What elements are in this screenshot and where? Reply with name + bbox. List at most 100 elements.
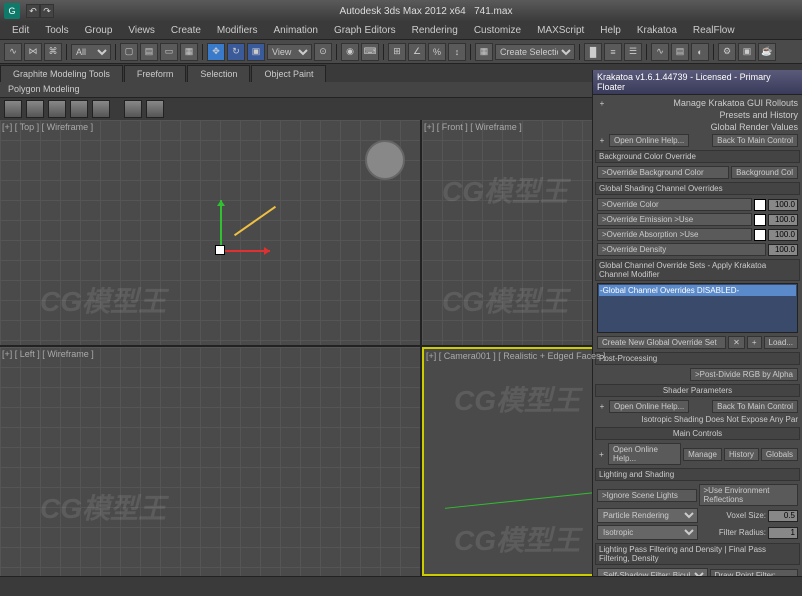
unlink-icon[interactable]: ⋈: [24, 43, 42, 61]
rect-region-icon[interactable]: ▭: [160, 43, 178, 61]
gizmo-y-axis[interactable]: [220, 200, 222, 250]
center-pivot-icon[interactable]: ⊙: [314, 43, 332, 61]
post-divide-button[interactable]: >Post-Divide RGB by Alpha: [690, 368, 798, 381]
vp-front-label[interactable]: [+] [ Front ] [ Wireframe ]: [424, 122, 522, 132]
override-density-value[interactable]: [768, 244, 798, 256]
menu-modifiers[interactable]: Modifiers: [209, 23, 266, 38]
gizmo-xy-plane[interactable]: [234, 206, 276, 236]
render-frame-icon[interactable]: ▣: [738, 43, 756, 61]
gizmo-origin[interactable]: [215, 245, 225, 255]
poly-icon-7[interactable]: [146, 100, 164, 118]
viewport-left[interactable]: [+] [ Left ] [ Wireframe ] CG模型王: [0, 347, 420, 576]
render-mode-select[interactable]: Particle Rendering: [597, 508, 698, 523]
select-icon[interactable]: ▢: [120, 43, 138, 61]
menu-group[interactable]: Group: [77, 23, 121, 38]
manage-rollouts-link[interactable]: Manage Krakatoa GUI Rollouts: [609, 98, 798, 108]
rotate-icon[interactable]: ↻: [227, 43, 245, 61]
named-selection-sets[interactable]: Create Selection S: [495, 44, 575, 60]
bind-icon[interactable]: ⌘: [44, 43, 62, 61]
override-absorption-button[interactable]: >Override Absorption >Use: [597, 228, 752, 241]
tab-freeform[interactable]: Freeform: [124, 65, 187, 82]
menu-views[interactable]: Views: [120, 23, 163, 38]
create-override-set-button[interactable]: Create New Global Override Set: [597, 336, 726, 349]
override-density-button[interactable]: >Override Density: [597, 243, 766, 256]
quick-redo-icon[interactable]: ↷: [40, 4, 54, 18]
tab-selection[interactable]: Selection: [187, 65, 250, 82]
tab-graphite[interactable]: Graphite Modeling Tools: [0, 65, 123, 82]
angle-snap-icon[interactable]: ∠: [408, 43, 426, 61]
select-name-icon[interactable]: ▤: [140, 43, 158, 61]
menu-animation[interactable]: Animation: [265, 23, 325, 38]
absorption-swatch[interactable]: [754, 229, 766, 241]
filter-radius-input[interactable]: [768, 527, 798, 539]
expand-icon[interactable]: +: [597, 402, 607, 412]
align-icon[interactable]: ≡: [604, 43, 622, 61]
manipulate-icon[interactable]: ◉: [341, 43, 359, 61]
move-icon[interactable]: ✥: [207, 43, 225, 61]
panel-title[interactable]: Krakatoa v1.6.1.44739 - Licensed - Prima…: [593, 70, 802, 95]
emission-swatch[interactable]: [754, 214, 766, 226]
poly-icon-6[interactable]: [124, 100, 142, 118]
override-bg-color-button[interactable]: >Override Background Color: [597, 166, 729, 179]
quick-undo-icon[interactable]: ↶: [26, 4, 40, 18]
open-help-button-3[interactable]: Open Online Help...: [608, 443, 681, 465]
tab-object-paint[interactable]: Object Paint: [251, 65, 326, 82]
menu-customize[interactable]: Customize: [466, 23, 529, 38]
bg-color-button[interactable]: Background Col: [731, 166, 798, 179]
menu-create[interactable]: Create: [163, 23, 209, 38]
window-crossing-icon[interactable]: ▦: [180, 43, 198, 61]
override-set-item[interactable]: -Global Channel Overrides DISABLED-: [599, 285, 796, 296]
percent-snap-icon[interactable]: %: [428, 43, 446, 61]
material-editor-icon[interactable]: ◐: [691, 43, 709, 61]
open-help-button[interactable]: Open Online Help...: [609, 134, 689, 147]
expand-icon[interactable]: +: [597, 136, 607, 146]
menu-krakatoa[interactable]: Krakatoa: [629, 23, 685, 38]
curve-editor-icon[interactable]: ∿: [651, 43, 669, 61]
menu-graph-editors[interactable]: Graph Editors: [326, 23, 404, 38]
globals-tab[interactable]: Globals: [761, 448, 798, 461]
voxel-size-input[interactable]: [768, 510, 798, 522]
viewport-top[interactable]: [+] [ Top ] [ Wireframe ] CG模型王: [0, 120, 420, 345]
vp-top-label[interactable]: [+] [ Top ] [ Wireframe ]: [2, 122, 93, 132]
poly-icon-4[interactable]: [70, 100, 88, 118]
ref-coord-system[interactable]: View: [267, 44, 312, 60]
menu-maxscript[interactable]: MAXScript: [529, 23, 592, 38]
override-sets-list[interactable]: -Global Channel Overrides DISABLED-: [597, 283, 798, 333]
link-icon[interactable]: ∿: [4, 43, 22, 61]
schematic-icon[interactable]: ▤: [671, 43, 689, 61]
poly-icon-5[interactable]: [92, 100, 110, 118]
ignore-lights-button[interactable]: >Ignore Scene Lights: [597, 489, 697, 502]
selection-filter[interactable]: All: [71, 44, 111, 60]
load-button[interactable]: Load...: [764, 336, 798, 349]
keyboard-icon[interactable]: ⌨: [361, 43, 379, 61]
history-tab[interactable]: History: [724, 448, 759, 461]
override-emission-value[interactable]: [768, 214, 798, 226]
menu-realflow[interactable]: RealFlow: [685, 23, 743, 38]
add-icon[interactable]: +: [747, 336, 762, 349]
vp-camera-label[interactable]: [+] [ Camera001 ] [ Realistic + Edged Fa…: [426, 351, 606, 361]
named-sel-set-icon[interactable]: ▦: [475, 43, 493, 61]
menu-tools[interactable]: Tools: [37, 23, 76, 38]
render-icon[interactable]: ☕: [758, 43, 776, 61]
menu-rendering[interactable]: Rendering: [404, 23, 466, 38]
presets-link[interactable]: Presets and History: [719, 110, 798, 120]
override-absorption-value[interactable]: [768, 229, 798, 241]
open-help-button-2[interactable]: Open Online Help...: [609, 400, 689, 413]
poly-icon-1[interactable]: [4, 100, 22, 118]
back-main-button[interactable]: Back To Main Control: [712, 134, 798, 147]
layers-icon[interactable]: ☰: [624, 43, 642, 61]
color-swatch[interactable]: [754, 199, 766, 211]
phase-function-select[interactable]: Isotropic: [597, 525, 698, 540]
viewcube-top[interactable]: [365, 140, 405, 180]
render-setup-icon[interactable]: ⚙: [718, 43, 736, 61]
override-color-value[interactable]: [768, 199, 798, 211]
poly-icon-2[interactable]: [26, 100, 44, 118]
menu-help[interactable]: Help: [592, 23, 629, 38]
override-emission-button[interactable]: >Override Emission >Use: [597, 213, 752, 226]
global-values-link[interactable]: Global Render Values: [711, 122, 798, 132]
expand-icon[interactable]: +: [597, 98, 607, 108]
back-main-button-2[interactable]: Back To Main Control: [712, 400, 798, 413]
poly-icon-3[interactable]: [48, 100, 66, 118]
snap-icon[interactable]: ⊞: [388, 43, 406, 61]
spinner-snap-icon[interactable]: ↕: [448, 43, 466, 61]
